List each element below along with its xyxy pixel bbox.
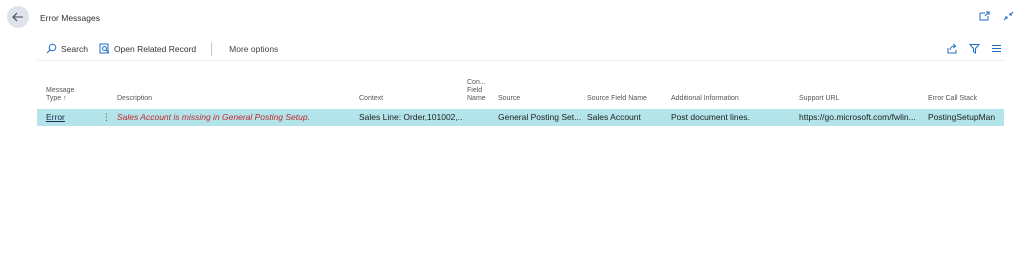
divider <box>211 41 213 56</box>
column-header-context[interactable]: Context <box>359 95 383 103</box>
column-header-source-field-name[interactable]: Source Field Name <box>587 95 647 103</box>
filter-icon[interactable] <box>969 43 980 54</box>
list-icon[interactable] <box>991 43 1002 54</box>
column-header-additional-information[interactable]: Additional Information <box>671 95 739 103</box>
search-label: Search <box>61 43 88 54</box>
share-icon[interactable] <box>947 43 958 54</box>
open-related-record-button[interactable]: Open Related Record <box>99 37 196 61</box>
column-header-source[interactable]: Source <box>498 95 520 103</box>
source-cell: General Posting Set... <box>498 112 582 122</box>
additional-information-cell: Post document lines. <box>671 112 750 122</box>
grid-header: Message Type ↑ Description Context Con..… <box>37 61 1004 109</box>
context-field-name-cell <box>467 109 495 126</box>
search-icon <box>46 43 57 54</box>
error-messages-grid: Message Type ↑ Description Context Con..… <box>37 61 1004 126</box>
support-url-cell[interactable]: https://go.microsoft.com/fwlin... <box>799 109 925 126</box>
description-cell: Sales Account is missing in General Post… <box>117 112 310 122</box>
arrow-left-icon <box>12 12 24 22</box>
context-cell: Sales Line: Order,101002,... <box>359 112 463 122</box>
message-type-link[interactable]: Error <box>46 109 86 126</box>
open-related-record-label: Open Related Record <box>113 43 197 54</box>
table-row[interactable]: Error ⋮ Sales Account is missing in Gene… <box>37 109 1004 126</box>
column-header-support-url[interactable]: Support URL <box>799 95 839 103</box>
open-record-icon <box>99 43 110 54</box>
column-header-error-call-stack[interactable]: Error Call Stack <box>928 95 977 103</box>
search-button[interactable]: Search <box>46 37 88 61</box>
collapse-icon[interactable] <box>1003 11 1014 21</box>
back-button[interactable] <box>7 6 29 28</box>
column-header-context-field-name[interactable]: Con... Field Name <box>467 79 486 103</box>
page-title: Error Messages <box>40 13 100 23</box>
more-options-label: More options <box>229 43 279 54</box>
action-bar: Search Open Related Record More options <box>37 37 1004 61</box>
source-field-name-cell: Sales Account <box>587 112 641 122</box>
list-content: Search Open Related Record More options <box>37 37 1004 247</box>
more-options-button[interactable]: More options <box>229 37 278 61</box>
column-header-message-type[interactable]: Message Type ↑ <box>46 87 74 103</box>
row-menu-icon[interactable]: ⋮ <box>102 109 110 126</box>
error-call-stack-cell: PostingSetupMan <box>928 112 996 122</box>
popout-icon[interactable] <box>979 11 990 21</box>
column-header-description[interactable]: Description <box>117 95 152 103</box>
